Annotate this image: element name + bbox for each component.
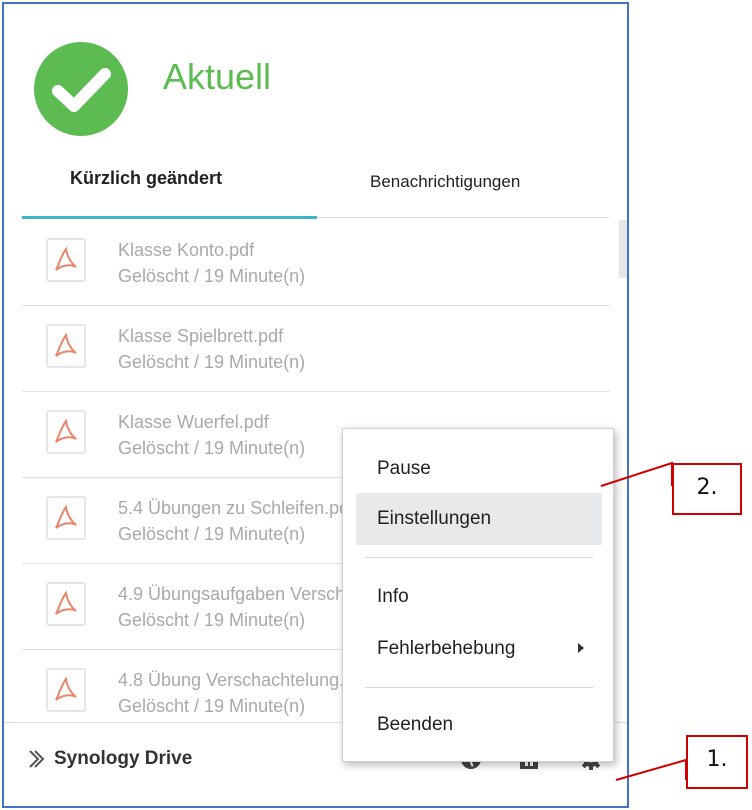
callout-line-1	[615, 758, 687, 781]
callout-step-1: 1.	[686, 735, 748, 789]
annotation-lines	[600, 461, 687, 781]
callout-label: 2.	[696, 475, 718, 500]
callout-label: 1.	[706, 747, 728, 772]
callout-step-2: 2.	[672, 463, 742, 515]
callout-line-2	[600, 461, 673, 487]
